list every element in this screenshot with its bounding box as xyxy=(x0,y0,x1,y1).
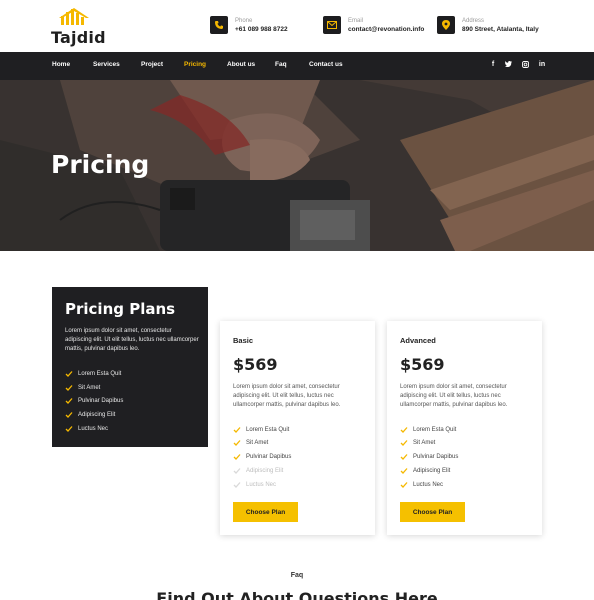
feature-item: Luctus Nec xyxy=(65,425,108,433)
pricing-card-advanced: Advanced $569 Lorem ipsum dolor sit amet… xyxy=(387,321,542,535)
feature-item-disabled: Adipiscing Elit xyxy=(233,467,283,475)
check-icon xyxy=(65,385,73,391)
contact-email: Email contact@revonation.info xyxy=(323,15,424,35)
feature-item: Sit Amet xyxy=(400,439,435,447)
plan-price: $569 xyxy=(400,355,445,374)
feature-item: Adipiscing Elit xyxy=(400,467,450,475)
feature-item: Pulvinar Dapibus xyxy=(233,453,291,461)
plan-name: Basic xyxy=(233,336,254,345)
email-icon xyxy=(323,16,341,34)
phone-icon xyxy=(210,16,228,34)
feature-item: Sit Amet xyxy=(65,384,100,392)
logo-text: Tajdid xyxy=(51,28,106,47)
contact-phone: Phone +61 089 988 8722 xyxy=(210,15,288,35)
check-icon xyxy=(233,454,241,460)
nav-item-services[interactable]: Services xyxy=(93,61,120,68)
check-icon xyxy=(233,468,241,474)
feature-label: Sit Amet xyxy=(78,385,101,391)
feature-label: Adipiscing Elit xyxy=(78,412,116,418)
nav-item-faq[interactable]: Faq xyxy=(275,61,287,68)
nav-item-about-us[interactable]: About us xyxy=(227,61,255,68)
feature-item: Lorem Esta Quit xyxy=(400,426,456,434)
choose-plan-button[interactable]: Choose Plan xyxy=(233,502,298,522)
faq-label: Faq xyxy=(290,572,304,579)
linkedin-icon[interactable]: in xyxy=(537,61,547,68)
choose-plan-button[interactable]: Choose Plan xyxy=(400,502,465,522)
feature-item: Adipiscing Elit xyxy=(65,411,115,419)
feature-label: Pulvinar Dapibus xyxy=(413,454,459,460)
contact-value: contact@revonation.info xyxy=(348,25,425,33)
contact-label: Email xyxy=(348,17,364,24)
contact-address: Address 890 Street, Atalanta, Italy xyxy=(437,15,539,35)
contact-label: Address xyxy=(462,17,485,24)
plan-name: Advanced xyxy=(400,336,436,345)
feature-label: Lorem Esta Quit xyxy=(413,427,457,433)
feature-label: Lorem Esta Quit xyxy=(78,371,122,377)
faq-title: Find Out About Questions Here xyxy=(156,589,438,600)
pricing-card-basic: Basic $569 Lorem ipsum dolor sit amet, c… xyxy=(220,321,375,535)
feature-label: Luctus Nec xyxy=(413,482,444,488)
nav-item-pricing[interactable]: Pricing xyxy=(184,61,206,68)
hero-banner: Pricing xyxy=(0,80,594,251)
check-icon xyxy=(65,412,73,418)
feature-item: Pulvinar Dapibus xyxy=(65,397,123,405)
pricing-plans-description: Lorem ipsum dolor sit amet, consectetur … xyxy=(65,328,199,352)
check-icon xyxy=(233,427,241,433)
feature-label: Lorem Esta Quit xyxy=(246,427,290,433)
contact-value: 890 Street, Atalanta, Italy xyxy=(462,25,539,33)
nav-item-home[interactable]: Home xyxy=(52,61,70,68)
plan-description: Lorem ipsum dolor sit amet, consectetur … xyxy=(233,384,341,408)
main-nav: Home Services Project Pricing About us F… xyxy=(0,52,594,80)
nav-item-project[interactable]: Project xyxy=(141,61,163,68)
feature-item-disabled: Luctus Nec xyxy=(233,481,276,489)
location-icon xyxy=(437,16,455,34)
check-icon xyxy=(400,454,408,460)
check-icon xyxy=(400,468,408,474)
check-icon xyxy=(65,426,73,432)
check-icon xyxy=(65,398,73,404)
feature-item: Luctus Nec xyxy=(400,481,443,489)
feature-label: Adipiscing Elit xyxy=(413,468,451,474)
feature-item: Lorem Esta Quit xyxy=(65,370,121,378)
check-icon xyxy=(65,371,73,377)
pricing-plans-title: Pricing Plans xyxy=(65,300,176,318)
check-icon xyxy=(233,482,241,488)
feature-label: Pulvinar Dapibus xyxy=(78,398,124,404)
check-icon xyxy=(400,482,408,488)
feature-label: Adipiscing Elit xyxy=(246,468,284,474)
contact-label: Phone xyxy=(235,17,253,24)
feature-item: Lorem Esta Quit xyxy=(233,426,289,434)
plan-price: $569 xyxy=(233,355,278,374)
feature-label: Pulvinar Dapibus xyxy=(246,454,292,460)
plan-description: Lorem ipsum dolor sit amet, consectetur … xyxy=(400,384,508,408)
check-icon xyxy=(233,440,241,446)
feature-label: Sit Amet xyxy=(246,440,269,446)
feature-label: Sit Amet xyxy=(413,440,436,446)
feature-label: Luctus Nec xyxy=(246,482,277,488)
instagram-icon[interactable] xyxy=(520,61,530,70)
feature-item: Sit Amet xyxy=(233,439,268,447)
facebook-icon[interactable]: f xyxy=(488,61,498,68)
twitter-icon[interactable] xyxy=(503,61,513,69)
logo[interactable]: Tajdid xyxy=(50,8,106,47)
top-header: Tajdid Phone +61 089 988 8722 Email cont… xyxy=(0,0,594,52)
logo-mark-icon xyxy=(59,8,89,25)
nav-item-contact-us[interactable]: Contact us xyxy=(309,61,343,68)
feature-label: Luctus Nec xyxy=(78,426,109,432)
page-title: Pricing xyxy=(51,150,150,179)
contact-value: +61 089 988 8722 xyxy=(235,25,288,33)
feature-item: Pulvinar Dapibus xyxy=(400,453,458,461)
pricing-plans-box: Pricing Plans Lorem ipsum dolor sit amet… xyxy=(52,287,208,447)
check-icon xyxy=(400,427,408,433)
check-icon xyxy=(400,440,408,446)
